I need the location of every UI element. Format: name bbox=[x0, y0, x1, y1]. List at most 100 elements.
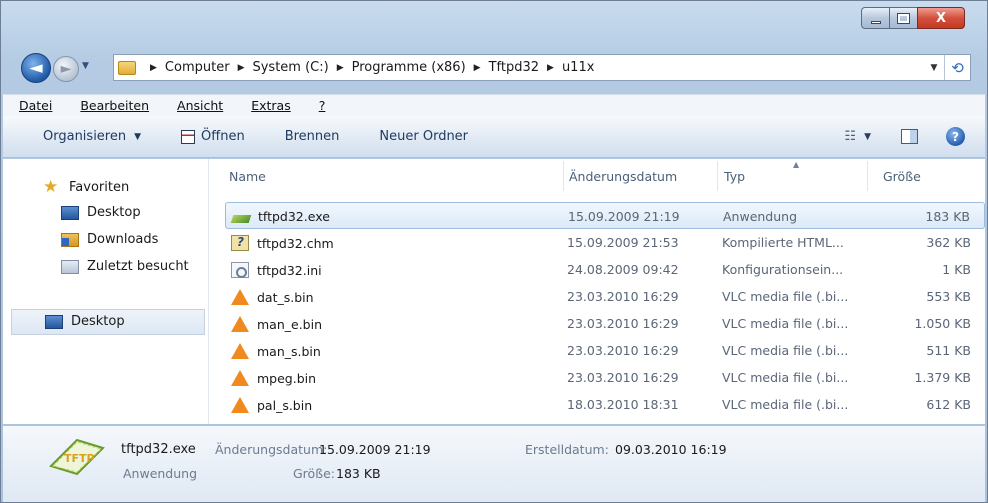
file-date: 23.03.2010 16:29 bbox=[567, 370, 679, 385]
burn-button[interactable]: Brennen bbox=[285, 129, 340, 144]
file-size: 183 KB bbox=[925, 209, 970, 224]
vlc-icon bbox=[231, 316, 249, 332]
breadcrumb-programme-x86[interactable]: Programme (x86) bbox=[352, 60, 466, 75]
menu-extras[interactable]: Extras bbox=[251, 98, 291, 113]
open-label: Öffnen bbox=[201, 129, 245, 144]
view-options-icon[interactable]: ☷ bbox=[844, 129, 856, 144]
column-divider[interactable] bbox=[867, 161, 868, 191]
file-size: 612 KB bbox=[926, 397, 971, 412]
file-type: Konfigurationsein... bbox=[722, 262, 844, 277]
desktop-icon bbox=[61, 205, 79, 220]
breadcrumb: ▶ Computer ▶ System (C:) ▶ Programme (x8… bbox=[142, 60, 594, 75]
nav-desktop-favorite[interactable]: Desktop bbox=[61, 205, 141, 220]
preview-pane-icon[interactable] bbox=[901, 129, 918, 144]
open-button[interactable]: Öffnen bbox=[181, 129, 245, 144]
file-size: 511 KB bbox=[926, 343, 971, 358]
file-list: Name Änderungsdatum ▲ Typ Größe tftpd32.… bbox=[215, 159, 985, 424]
minimize-icon bbox=[870, 20, 881, 24]
breadcrumb-system-c[interactable]: System (C:) bbox=[252, 60, 328, 75]
nav-desktop[interactable]: Desktop bbox=[45, 314, 125, 329]
file-date: 18.03.2010 18:31 bbox=[567, 397, 679, 412]
file-row-tftpd32-exe[interactable]: tftpd32.exe 15.09.2009 21:19 Anwendung 1… bbox=[225, 202, 985, 229]
file-size: 553 KB bbox=[926, 289, 971, 304]
logo-text: TFTP bbox=[64, 452, 95, 465]
refresh-icon[interactable]: ⟲ bbox=[944, 55, 970, 80]
breadcrumb-u11x[interactable]: u11x bbox=[562, 60, 594, 75]
file-row-man-s-bin[interactable]: man_s.bin 23.03.2010 16:29 VLC media fil… bbox=[225, 337, 985, 364]
folder-icon bbox=[118, 60, 136, 75]
forward-button[interactable]: ► bbox=[53, 56, 79, 82]
maximize-button[interactable] bbox=[889, 7, 917, 29]
new-folder-button[interactable]: Neuer Ordner bbox=[379, 129, 468, 144]
downloads-icon bbox=[61, 232, 79, 247]
details-created-value: 09.03.2010 16:19 bbox=[615, 442, 727, 457]
details-modified-value: 15.09.2009 21:19 bbox=[319, 442, 431, 457]
breadcrumb-separator[interactable]: ▶ bbox=[474, 63, 481, 73]
back-button[interactable]: ◄ bbox=[21, 53, 51, 83]
breadcrumb-separator[interactable]: ▶ bbox=[238, 63, 245, 73]
vlc-icon bbox=[231, 343, 249, 359]
file-type: VLC media file (.bi... bbox=[722, 316, 849, 331]
menu-ansicht[interactable]: Ansicht bbox=[177, 98, 223, 113]
details-filetype: Anwendung bbox=[123, 466, 198, 481]
file-name: tftpd32.ini bbox=[257, 262, 322, 278]
view-dropdown[interactable]: ▼ bbox=[864, 132, 871, 142]
file-size: 1 KB bbox=[942, 262, 971, 277]
file-size: 362 KB bbox=[926, 235, 971, 250]
address-bar[interactable]: ▶ Computer ▶ System (C:) ▶ Programme (x8… bbox=[113, 54, 971, 81]
file-type: Anwendung bbox=[723, 209, 798, 224]
file-type: VLC media file (.bi... bbox=[722, 289, 849, 304]
file-row-tftpd32-ini[interactable]: tftpd32.ini 24.08.2009 09:42 Konfigurati… bbox=[225, 256, 985, 283]
details-filename: tftpd32.exe bbox=[121, 442, 196, 457]
breadcrumb-computer[interactable]: Computer bbox=[165, 60, 230, 75]
menu-bearbeiten[interactable]: Bearbeiten bbox=[80, 98, 149, 113]
file-type: VLC media file (.bi... bbox=[722, 370, 849, 385]
chevron-down-icon: ▼ bbox=[134, 131, 142, 142]
window-controls: X bbox=[861, 7, 965, 29]
desktop-icon bbox=[45, 314, 63, 329]
file-size: 1.050 KB bbox=[914, 316, 971, 331]
navigation-pane: ★ Favoriten Desktop Downloads Zuletzt be… bbox=[3, 159, 209, 424]
file-row-pal-s-bin[interactable]: pal_s.bin 18.03.2010 18:31 VLC media fil… bbox=[225, 391, 985, 418]
file-row-tftpd32-chm[interactable]: tftpd32.chm 15.09.2009 21:53 Kompilierte… bbox=[225, 229, 985, 256]
content-area: ★ Favoriten Desktop Downloads Zuletzt be… bbox=[3, 159, 985, 424]
file-name-cell: pal_s.bin bbox=[231, 397, 312, 413]
nav-recent-places[interactable]: Zuletzt besucht bbox=[61, 259, 189, 274]
nav-favorites-label: Favoriten bbox=[69, 179, 130, 195]
menu-datei[interactable]: Datei bbox=[19, 98, 52, 113]
column-name-label: Name bbox=[229, 168, 266, 184]
menu-help[interactable]: ? bbox=[319, 98, 326, 113]
nav-favorites[interactable]: ★ Favoriten bbox=[43, 177, 129, 197]
minimize-button[interactable] bbox=[861, 7, 889, 29]
file-name: dat_s.bin bbox=[257, 289, 314, 305]
breadcrumb-tftpd32[interactable]: Tftpd32 bbox=[489, 60, 539, 75]
breadcrumb-separator[interactable]: ▶ bbox=[337, 63, 344, 73]
organize-button[interactable]: Organisieren ▼ bbox=[43, 129, 141, 144]
file-row-man-e-bin[interactable]: man_e.bin 23.03.2010 16:29 VLC media fil… bbox=[225, 310, 985, 337]
file-date: 23.03.2010 16:29 bbox=[567, 343, 679, 358]
breadcrumb-separator[interactable]: ▶ bbox=[150, 63, 157, 73]
settings-file-icon bbox=[231, 262, 249, 278]
recent-pages-dropdown[interactable]: ▼ bbox=[82, 61, 89, 71]
nav-downloads[interactable]: Downloads bbox=[61, 232, 158, 247]
file-date: 23.03.2010 16:29 bbox=[567, 289, 679, 304]
column-divider[interactable] bbox=[717, 161, 718, 191]
breadcrumb-separator[interactable]: ▶ bbox=[547, 63, 554, 73]
file-name: mpeg.bin bbox=[257, 370, 317, 386]
file-name: man_s.bin bbox=[257, 343, 321, 359]
details-modified-label: Änderungsdatum: bbox=[215, 442, 328, 457]
details-created-label: Erstelldatum: bbox=[525, 442, 609, 457]
file-row-mpeg-bin[interactable]: mpeg.bin 23.03.2010 16:29 VLC media file… bbox=[225, 364, 985, 391]
file-name-cell: tftpd32.ini bbox=[231, 262, 322, 278]
column-header-name[interactable]: Name bbox=[229, 159, 569, 193]
command-bar: Organisieren ▼ Öffnen Brennen Neuer Ordn… bbox=[3, 116, 985, 158]
address-history-dropdown[interactable]: ▼ bbox=[924, 63, 944, 73]
column-header-type[interactable]: Typ bbox=[724, 159, 864, 193]
help-icon[interactable]: ? bbox=[946, 127, 965, 146]
file-row-dat-s-bin[interactable]: dat_s.bin 23.03.2010 16:29 VLC media fil… bbox=[225, 283, 985, 310]
close-button[interactable]: X bbox=[917, 7, 965, 29]
column-header-date[interactable]: Änderungsdatum bbox=[569, 159, 719, 193]
column-divider[interactable] bbox=[563, 161, 564, 191]
app-icon bbox=[230, 214, 252, 223]
column-header-size[interactable]: Größe bbox=[883, 159, 983, 193]
